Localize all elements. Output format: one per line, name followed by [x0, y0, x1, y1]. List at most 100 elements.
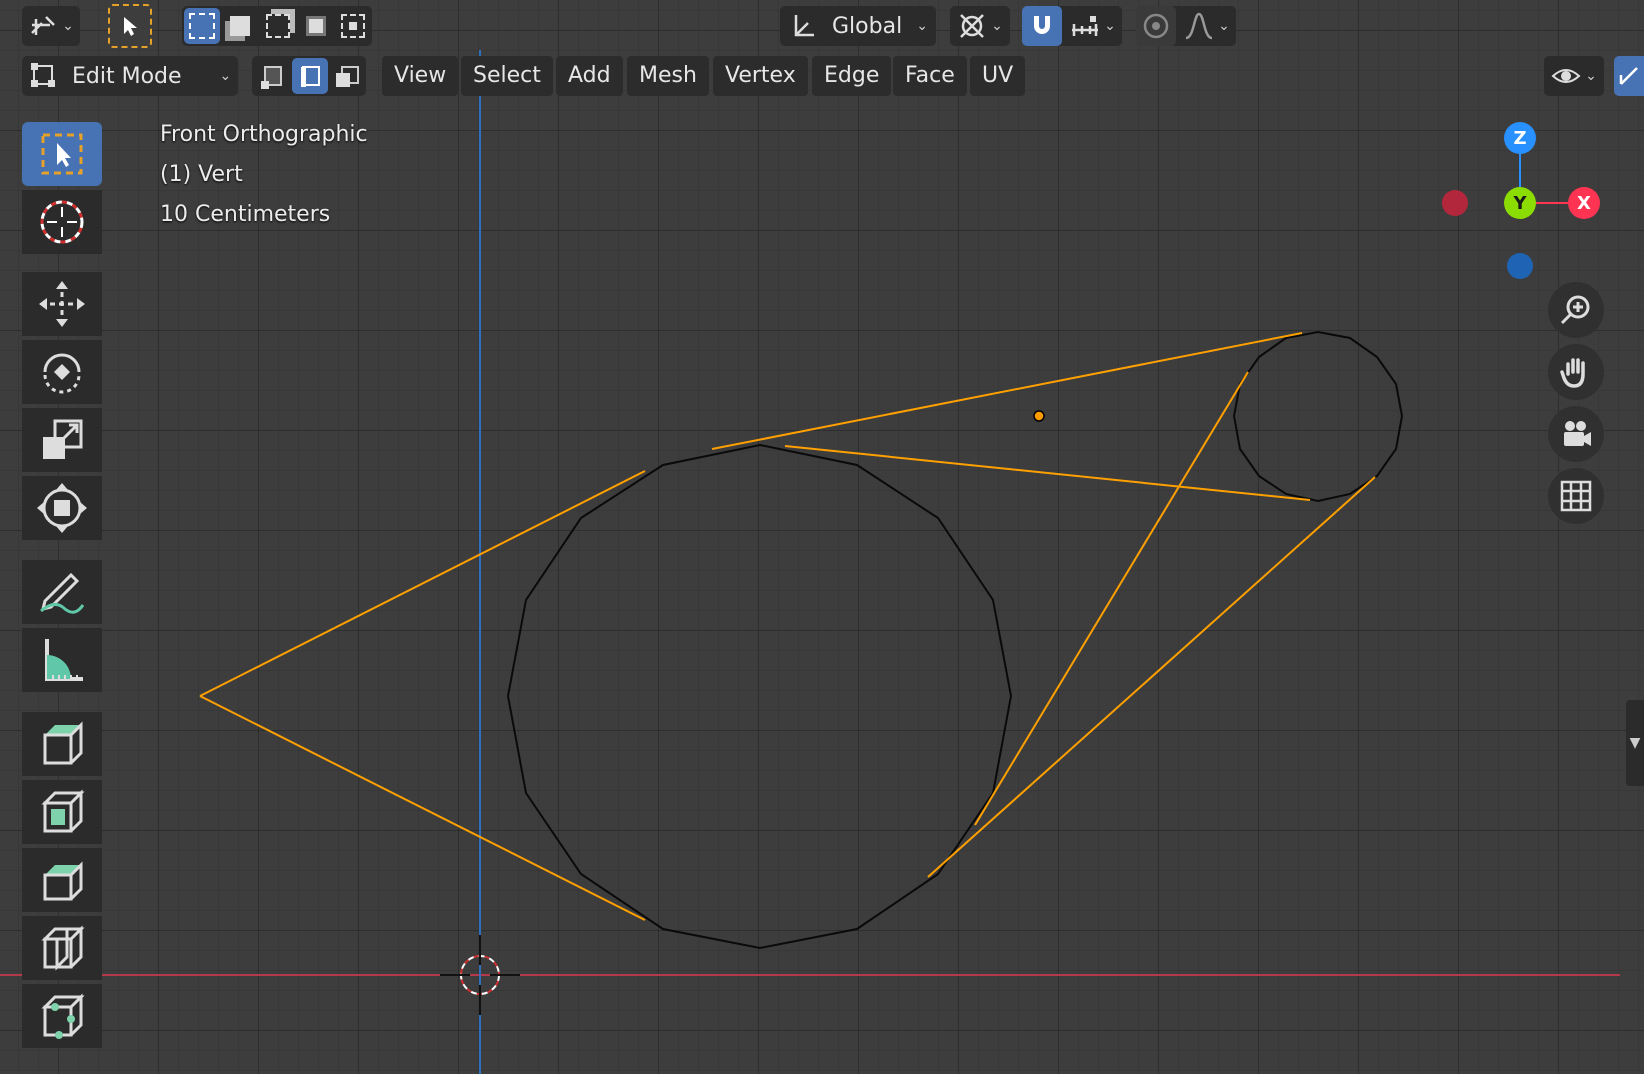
eye-icon [1551, 69, 1581, 83]
transform-orientation-dropdown[interactable]: Global ⌄ [780, 6, 936, 46]
transform-tool[interactable] [22, 476, 102, 540]
add-cube-tool[interactable] [22, 712, 102, 776]
select-subtract-button[interactable] [260, 8, 296, 44]
neg-x-axis-button[interactable] [1442, 190, 1468, 216]
edge-select-icon [301, 66, 320, 87]
select-invert-icon [306, 16, 326, 36]
rotate-icon [43, 353, 81, 394]
object-info-text: (1) Vert [160, 162, 243, 187]
move-arrows-icon [39, 281, 85, 327]
menu-view[interactable]: View [382, 56, 459, 96]
face-select-mode-button[interactable] [330, 58, 364, 94]
chevron-down-icon: ⌄ [916, 18, 928, 34]
select-new-icon [189, 13, 215, 39]
cursor-tool[interactable] [22, 190, 102, 254]
menu-select[interactable]: Select [461, 56, 553, 96]
pencil-icon [40, 572, 85, 614]
y-axis-button[interactable]: Y [1504, 187, 1536, 219]
zoom-icon [1560, 295, 1590, 325]
scale-tool[interactable] [22, 408, 102, 472]
chevron-down-icon: ⌄ [1218, 18, 1230, 34]
face-select-icon [336, 66, 359, 87]
extrude-tool[interactable] [22, 780, 102, 844]
chevron-down-icon: ⌄ [991, 18, 1003, 34]
magnet-icon [1034, 16, 1050, 34]
sidebar-toggle[interactable]: ▼ [1626, 700, 1644, 786]
proportional-edit-toggle[interactable] [1136, 6, 1176, 46]
neg-z-axis-button[interactable] [1507, 253, 1533, 279]
gizmo-icon [1619, 67, 1638, 85]
orientation-axes-icon [794, 15, 814, 37]
x-axis-button[interactable]: X [1568, 187, 1600, 219]
snap-toggle-button[interactable] [1022, 6, 1062, 46]
vertex-select-mode-button[interactable] [254, 58, 290, 94]
pivot-point-icon [960, 14, 985, 38]
select-subtract-icon [266, 14, 290, 38]
menu-uv[interactable]: UV [970, 56, 1026, 96]
sidebar-arrow-icon: ▼ [1629, 735, 1641, 751]
chevron-down-icon: ⌄ [1585, 68, 1597, 84]
menu-add[interactable]: Add [556, 56, 623, 96]
falloff-curve-icon [1185, 12, 1213, 40]
zoom-button[interactable] [1548, 282, 1604, 338]
3d-cursor-icon [40, 200, 84, 244]
transform-icon [37, 483, 87, 533]
falloff-dropdown[interactable]: ⌄ [1178, 6, 1236, 46]
toggle-projection-button[interactable] [1548, 468, 1604, 524]
menu-edge[interactable]: Edge [812, 56, 892, 96]
mode-label: Edit Mode [72, 63, 182, 89]
object-origin [1033, 410, 1045, 422]
gizmo-toggle-button[interactable] [1614, 56, 1644, 96]
snap-group: ⌄ [1022, 6, 1122, 46]
pan-button[interactable] [1548, 344, 1604, 400]
navigation-gizmo[interactable]: Z Y X [1430, 118, 1610, 288]
select-intersect-button[interactable] [336, 8, 370, 44]
menu-vertex[interactable]: Vertex [713, 56, 808, 96]
proportional-edit-group: ⌄ [1136, 6, 1236, 46]
select-box-tool[interactable] [22, 122, 102, 186]
select-invert-button[interactable] [298, 8, 334, 44]
loop-cut-tool[interactable] [22, 916, 102, 980]
chevron-down-icon: ⌄ [219, 68, 232, 84]
visibility-dropdown[interactable]: ⌄ [1544, 56, 1604, 96]
inset-tool[interactable] [22, 848, 102, 912]
view-name-text: Front Orthographic [160, 122, 368, 147]
menu-face[interactable]: Face [893, 56, 967, 96]
camera-view-button[interactable] [1548, 406, 1604, 462]
rotate-tool[interactable] [22, 340, 102, 404]
pivot-point-dropdown[interactable]: ⌄ [950, 6, 1010, 46]
large-circle-mesh [506, 443, 1013, 950]
measure-tool[interactable] [22, 628, 102, 692]
move-tool[interactable] [22, 272, 102, 336]
camera-icon [1564, 421, 1591, 446]
grid-scale-text: 10 Centimeters [160, 202, 331, 227]
scale-icon [43, 419, 83, 459]
select-set-new-button[interactable] [184, 8, 220, 44]
selected-edges [199, 332, 1376, 921]
menu-mesh[interactable]: Mesh [627, 56, 709, 96]
mode-dropdown[interactable]: Edit Mode ⌄ [22, 56, 238, 96]
snap-increment-icon [1072, 16, 1099, 36]
editor-type-menu[interactable]: ⌄ [22, 6, 80, 46]
cursor-arrow-icon [124, 17, 137, 36]
ruler-icon [45, 639, 83, 681]
edit-mode-icon [31, 63, 55, 87]
loop-cut-icon [41, 925, 85, 971]
selection-mode-group [182, 6, 372, 46]
select-extend-button[interactable] [222, 8, 258, 44]
inset-icon [43, 861, 83, 901]
3d-viewport[interactable]: ⌄ Global ⌄ ⌄ ⌄ ⌄ Edit Mode ⌄ View Select… [0, 0, 1644, 1074]
edge-select-mode-button[interactable] [292, 58, 328, 94]
select-tool-button[interactable] [108, 4, 152, 48]
extrude-icon [41, 789, 85, 833]
grid-icon [1560, 480, 1592, 512]
scene-canvas[interactable] [0, 0, 1644, 1074]
snap-settings-dropdown[interactable]: ⌄ [1064, 6, 1122, 46]
knife-tool[interactable] [22, 984, 102, 1048]
knife-icon [41, 993, 85, 1039]
annotate-tool[interactable] [22, 560, 102, 624]
z-axis-button[interactable]: Z [1504, 122, 1536, 154]
hand-icon [1560, 358, 1585, 388]
add-cube-icon [43, 721, 83, 765]
chevron-down-icon: ⌄ [1104, 18, 1116, 34]
